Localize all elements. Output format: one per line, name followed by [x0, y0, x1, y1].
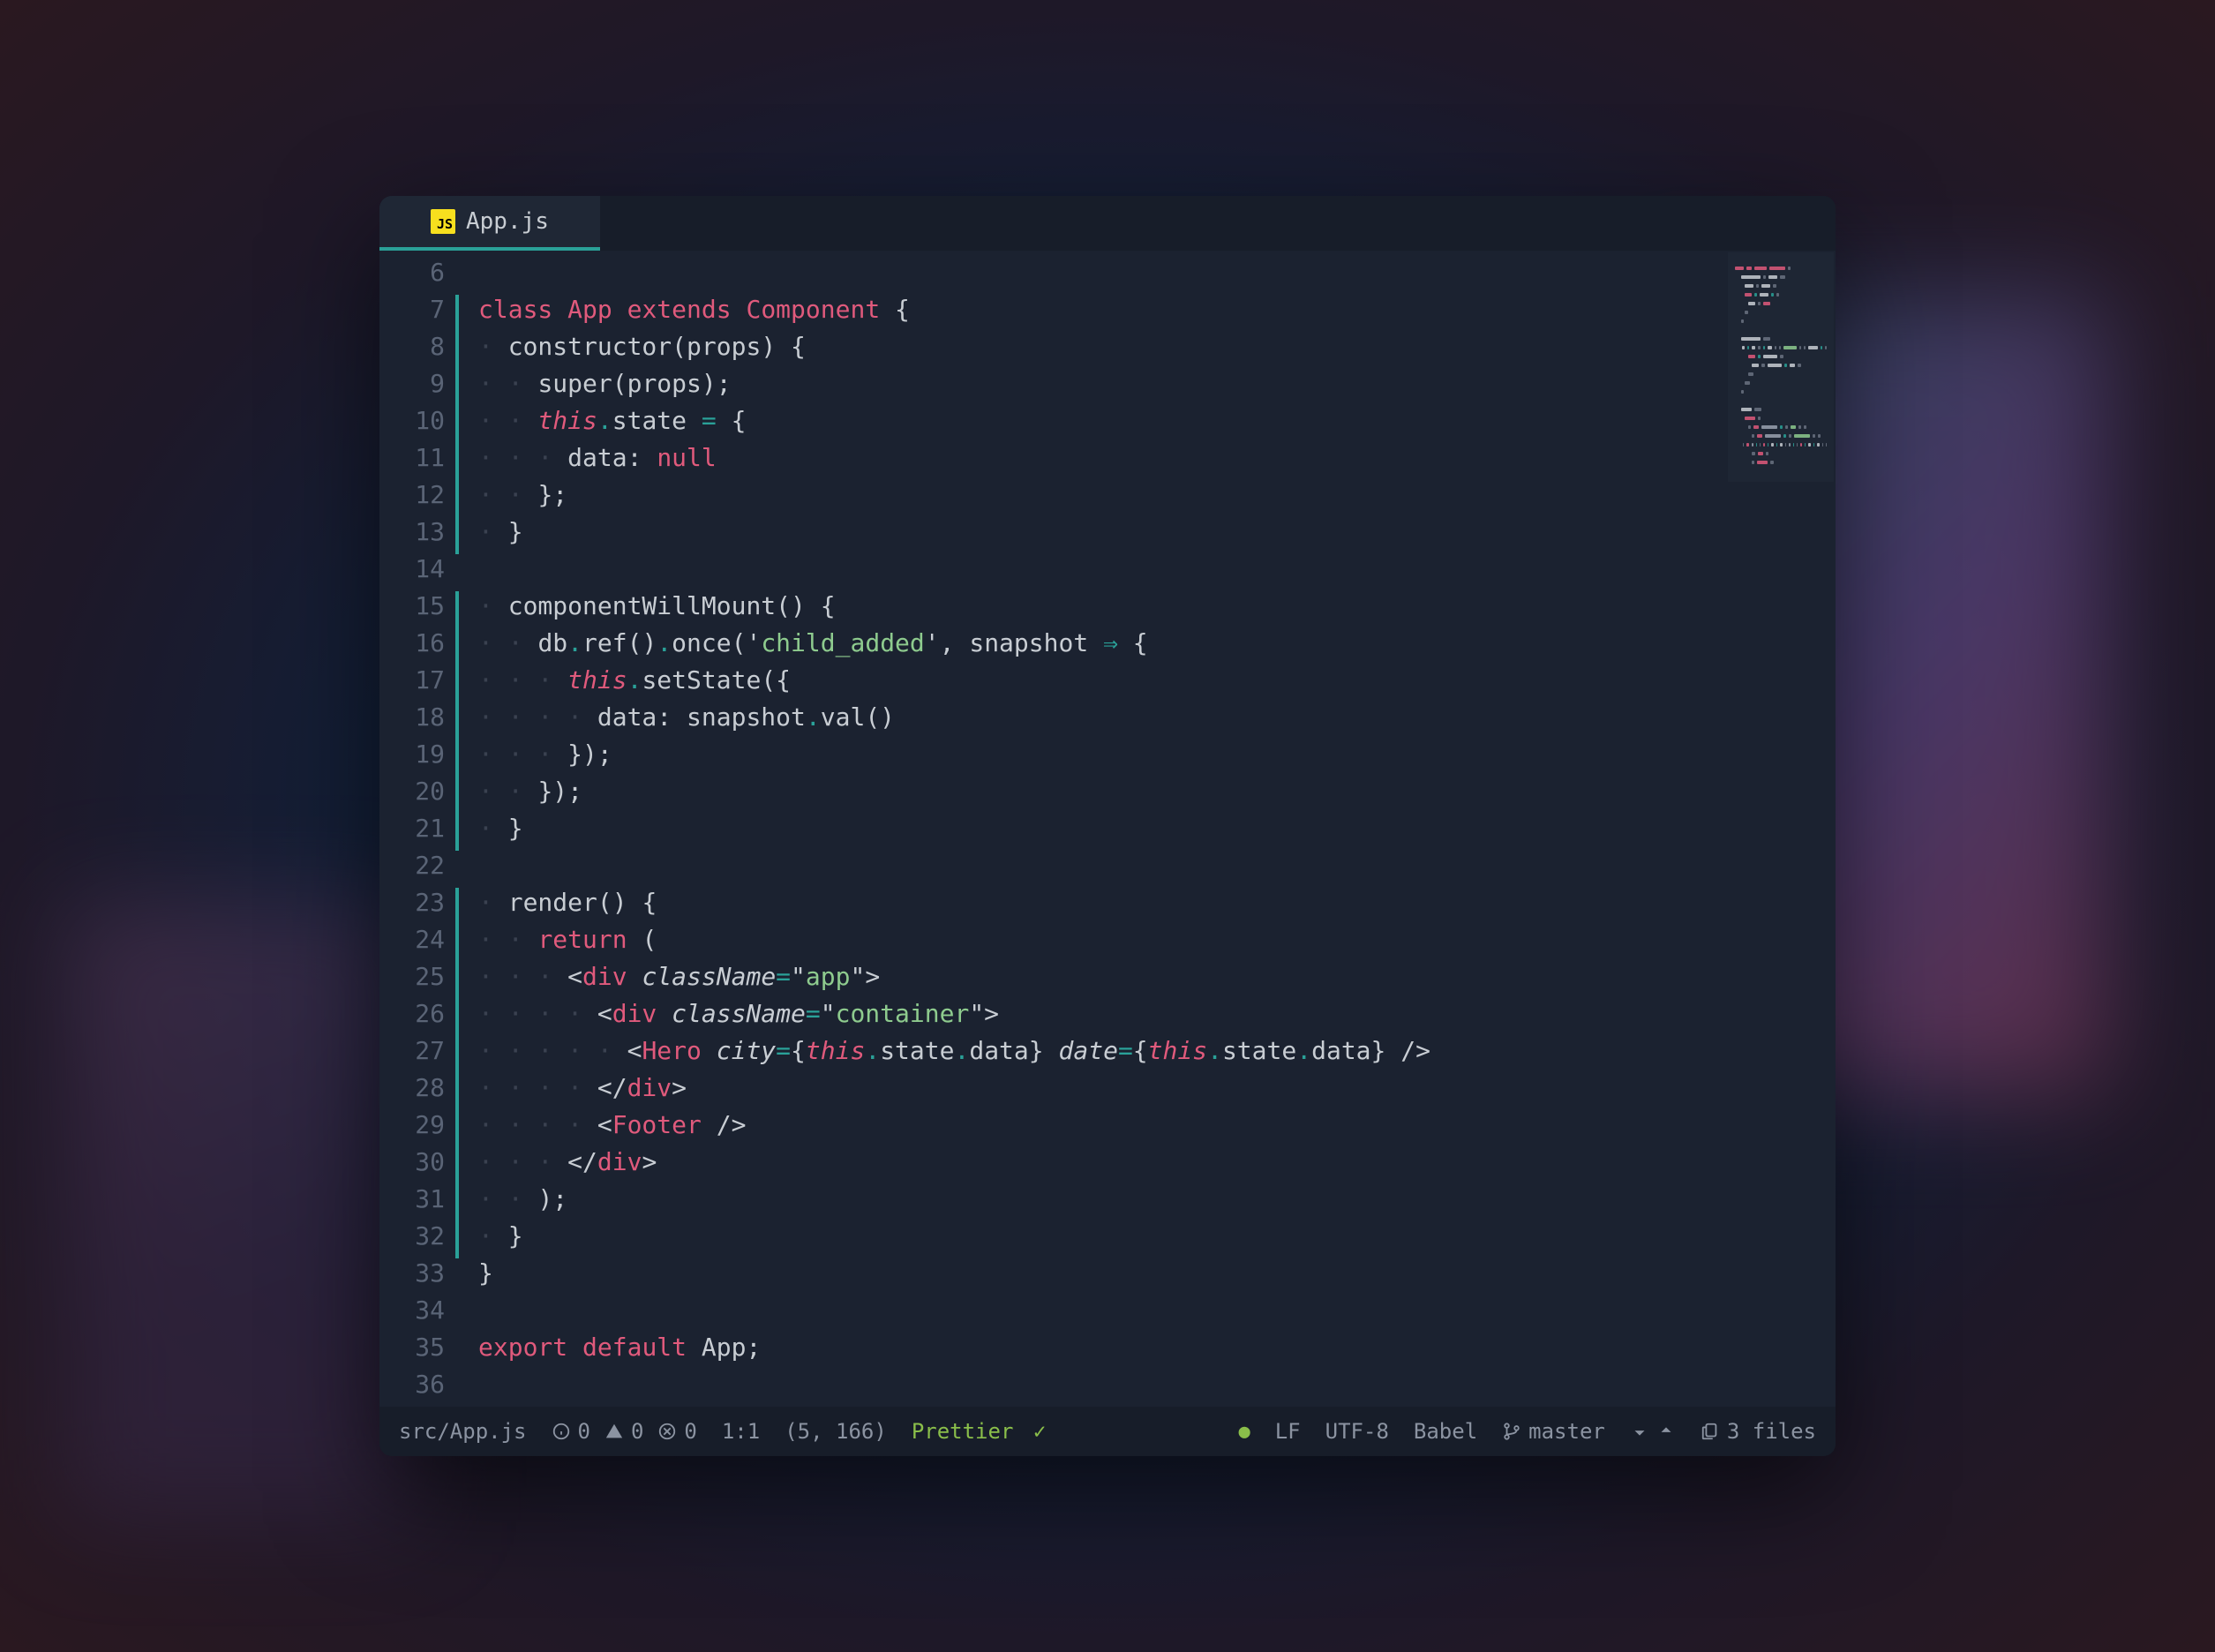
line-number: 30 [379, 1144, 445, 1181]
line-number: 31 [379, 1181, 445, 1218]
code-line[interactable]: · constructor(props) { [478, 328, 1836, 365]
line-number: 29 [379, 1107, 445, 1144]
line-number: 33 [379, 1255, 445, 1292]
line-number: 27 [379, 1032, 445, 1070]
status-encoding[interactable]: UTF-8 [1325, 1419, 1389, 1444]
code-line[interactable]: · · ); [478, 1181, 1836, 1218]
code-line[interactable]: } [478, 1255, 1836, 1292]
code-line[interactable]: class App extends Component { [478, 291, 1836, 328]
code-line[interactable] [478, 1366, 1836, 1403]
line-number: 16 [379, 625, 445, 662]
code-line[interactable] [478, 847, 1836, 884]
line-number: 28 [379, 1070, 445, 1107]
code-line[interactable]: · · · </div> [478, 1144, 1836, 1181]
line-number: 9 [379, 365, 445, 402]
code-line[interactable]: · · }); [478, 773, 1836, 810]
status-line-ending[interactable]: LF [1275, 1419, 1301, 1444]
check-icon: ✓ [1020, 1419, 1046, 1444]
error-icon [657, 1422, 677, 1441]
code-line[interactable]: · · · · </div> [478, 1070, 1836, 1107]
arrow-down-icon [1630, 1422, 1649, 1441]
code-line[interactable]: export default App; [478, 1329, 1836, 1366]
line-number: 11 [379, 439, 445, 477]
minimap[interactable] [1728, 252, 1834, 482]
line-number: 34 [379, 1292, 445, 1329]
code-line[interactable]: · · · }); [478, 736, 1836, 773]
status-bar: src/App.js 0 0 0 1:1 (5, 166) Prettier ✓… [379, 1407, 1836, 1456]
line-number: 12 [379, 477, 445, 514]
line-number: 15 [379, 588, 445, 625]
code-line[interactable]: · · · · <div className="container"> [478, 995, 1836, 1032]
line-number: 7 [379, 291, 445, 328]
tab-bar: JS App.js [379, 196, 1836, 251]
status-selection[interactable]: (5, 166) [785, 1419, 887, 1444]
line-number: 18 [379, 699, 445, 736]
code-line[interactable]: · · super(props); [478, 365, 1836, 402]
info-icon [552, 1422, 571, 1441]
tab-app-js[interactable]: JS App.js [379, 196, 600, 251]
status-file-path[interactable]: src/App.js [399, 1419, 527, 1444]
code-line[interactable]: · } [478, 514, 1836, 551]
line-number: 8 [379, 328, 445, 365]
tab-filename: App.js [466, 208, 549, 235]
code-line[interactable]: · · }; [478, 477, 1836, 514]
line-number: 20 [379, 773, 445, 810]
line-gutter: 6789101112131415161718192021222324252627… [379, 251, 457, 1407]
status-prettier[interactable]: Prettier ✓ [912, 1419, 1047, 1444]
code-line[interactable]: · · return ( [478, 921, 1836, 958]
code-line[interactable]: · } [478, 1218, 1836, 1255]
git-branch-icon [1502, 1422, 1521, 1441]
status-clean-indicator: ● [1238, 1421, 1250, 1443]
editor-window: JS App.js 678910111213141516171819202122… [379, 196, 1836, 1456]
code-line[interactable]: · · · · data: snapshot.val() [478, 699, 1836, 736]
line-number: 22 [379, 847, 445, 884]
line-number: 13 [379, 514, 445, 551]
status-cursor-ratio[interactable]: 1:1 [722, 1419, 760, 1444]
code-line[interactable]: · · this.state = { [478, 402, 1836, 439]
code-line[interactable]: · render() { [478, 884, 1836, 921]
line-number: 23 [379, 884, 445, 921]
status-files[interactable]: 3 files [1701, 1419, 1816, 1444]
line-number: 10 [379, 402, 445, 439]
status-git-fetch[interactable] [1630, 1422, 1676, 1441]
line-number: 19 [379, 736, 445, 773]
code-area[interactable]: class App extends Component {· construct… [457, 251, 1836, 1407]
code-line[interactable]: · · · data: null [478, 439, 1836, 477]
line-number: 24 [379, 921, 445, 958]
line-number: 25 [379, 958, 445, 995]
line-number: 32 [379, 1218, 445, 1255]
code-line[interactable] [478, 1292, 1836, 1329]
line-number: 17 [379, 662, 445, 699]
arrow-up-icon [1656, 1422, 1676, 1441]
line-number: 14 [379, 551, 445, 588]
code-line[interactable]: · · · · <Footer /> [478, 1107, 1836, 1144]
code-line[interactable] [478, 551, 1836, 588]
files-icon [1701, 1422, 1720, 1441]
code-line[interactable] [478, 254, 1836, 291]
line-number: 6 [379, 254, 445, 291]
code-line[interactable]: · } [478, 810, 1836, 847]
status-git-branch[interactable]: master [1502, 1419, 1605, 1444]
status-diagnostics[interactable]: 0 0 0 [552, 1419, 697, 1444]
js-file-icon: JS [431, 209, 455, 234]
status-grammar[interactable]: Babel [1414, 1419, 1477, 1444]
code-line[interactable]: · · · this.setState({ [478, 662, 1836, 699]
code-line[interactable]: · · · · · <Hero city={this.state.data} d… [478, 1032, 1836, 1070]
code-line[interactable]: · componentWillMount() { [478, 588, 1836, 625]
code-line[interactable]: · · db.ref().once('child_added', snapsho… [478, 625, 1836, 662]
warning-icon [604, 1422, 624, 1441]
line-number: 26 [379, 995, 445, 1032]
line-number: 35 [379, 1329, 445, 1366]
code-line[interactable]: · · · <div className="app"> [478, 958, 1836, 995]
line-number: 21 [379, 810, 445, 847]
code-editor[interactable]: 6789101112131415161718192021222324252627… [379, 251, 1836, 1407]
line-number: 36 [379, 1366, 445, 1403]
